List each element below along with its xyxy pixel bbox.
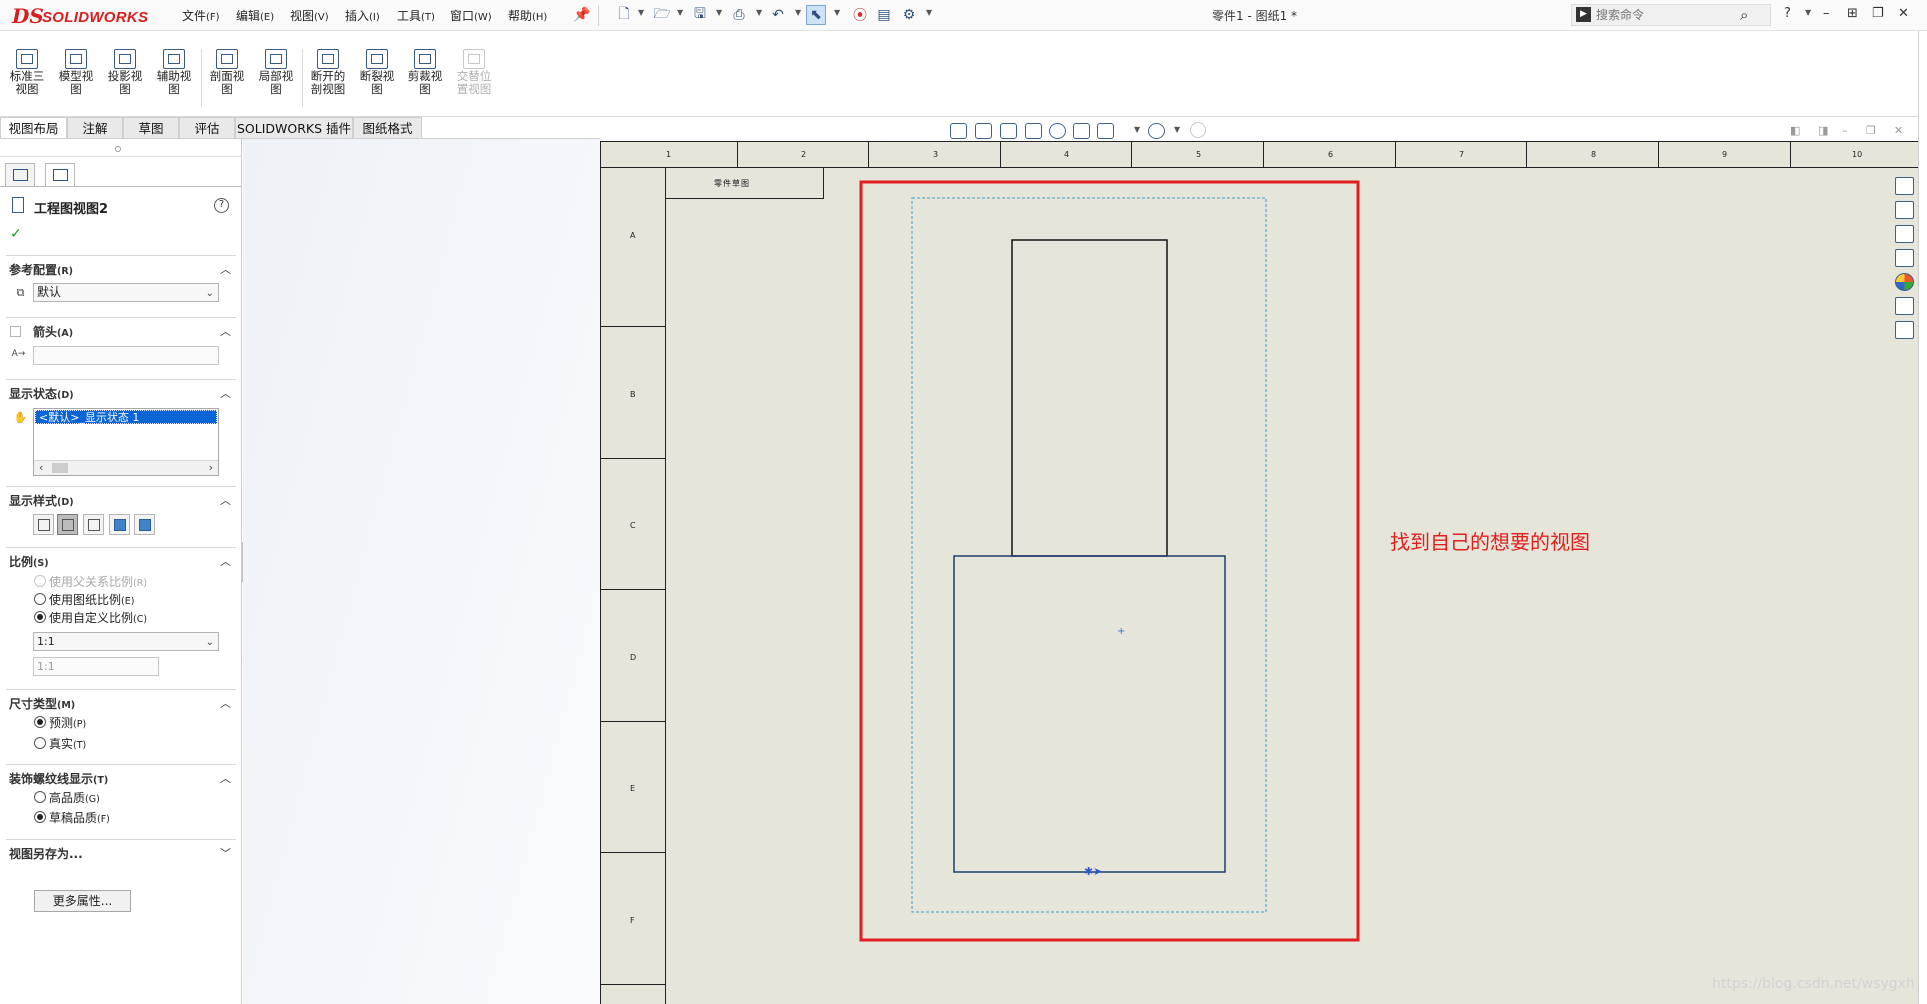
home-icon[interactable]	[1895, 177, 1914, 195]
design-library-icon[interactable]	[1895, 201, 1914, 219]
view-origin-marker: +	[1117, 626, 1125, 637]
view-palette-icon[interactable]	[1895, 249, 1914, 267]
drawing-view-canvas: + ✱➤	[859, 180, 1360, 942]
annotation-callout: 找到自己的想要的视图	[1390, 530, 1590, 554]
view-boundary[interactable]	[911, 197, 1267, 913]
appearances-icon[interactable]	[1895, 273, 1914, 291]
highlight-box	[859, 180, 1360, 942]
origin-axes-icon: ✱➤	[1084, 865, 1102, 878]
task-pane-tabs	[1893, 177, 1917, 347]
forum-icon[interactable]	[1895, 321, 1914, 339]
watermark: https://blog.csdn.net/wsygxh	[1712, 976, 1915, 992]
window-edge	[1918, 31, 1927, 1004]
file-explorer-icon[interactable]	[1895, 225, 1914, 243]
part-lower-rectangle[interactable]	[953, 555, 1226, 873]
custom-properties-icon[interactable]	[1895, 297, 1914, 315]
part-upper-rectangle[interactable]	[1011, 239, 1168, 557]
